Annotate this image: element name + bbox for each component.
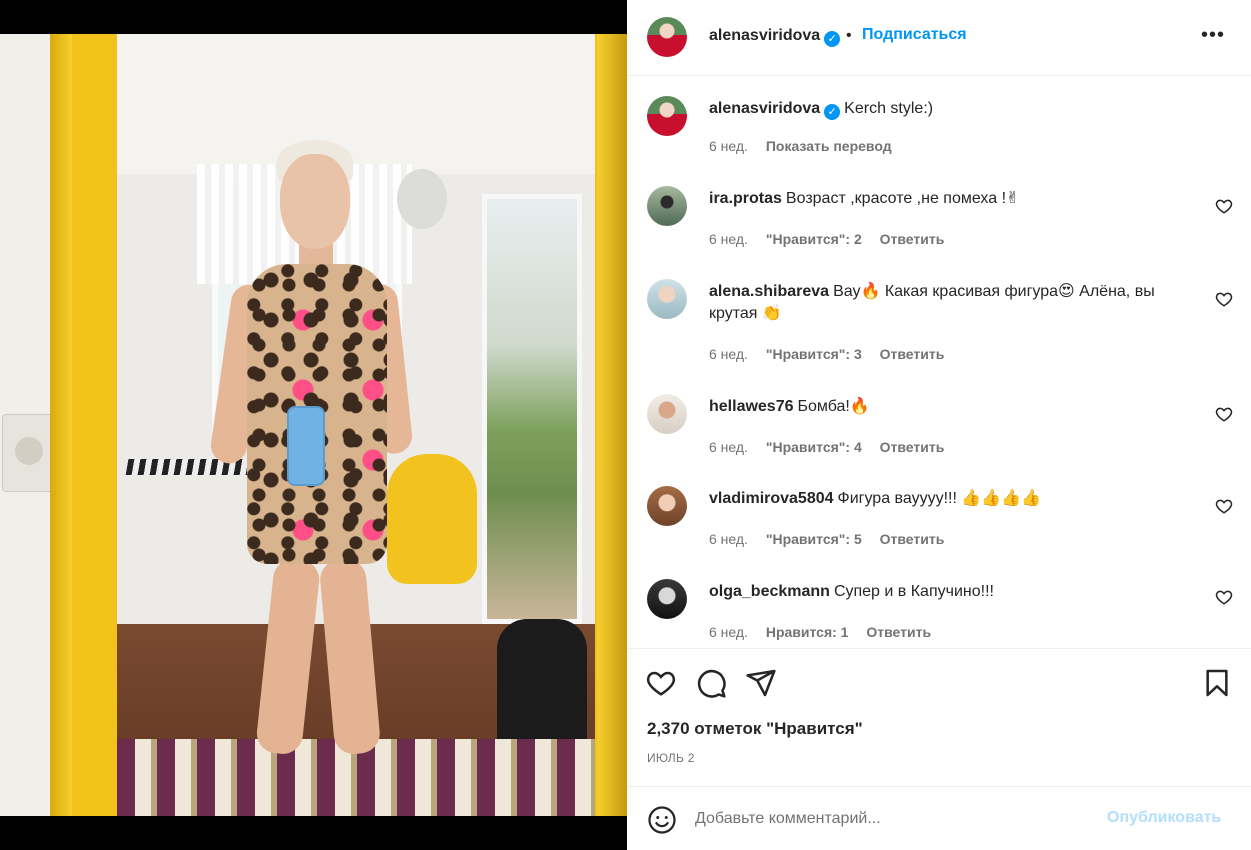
commenter-username[interactable]: alena.shibareva xyxy=(709,283,829,300)
commenter-avatar[interactable] xyxy=(647,186,687,226)
commenter-username[interactable]: vladimirova5804 xyxy=(709,490,834,507)
caption-avatar[interactable] xyxy=(647,96,687,136)
comment-likes[interactable]: "Нравится": 5 xyxy=(766,531,862,547)
caption-text: alenasviridova ✓ Kerch style:) xyxy=(709,98,1199,120)
right-leg xyxy=(318,557,382,756)
caption-username[interactable]: alenasviridova xyxy=(709,100,820,117)
comment-body: Супер и в Капучино!!! xyxy=(833,583,994,600)
comment-text: hellawes76 Бомба!🔥 xyxy=(709,396,1199,418)
comment-meta: 6 нед. "Нравится": 4 Ответить xyxy=(709,439,958,455)
caption-meta: 6 нед. Показать перевод xyxy=(709,138,906,154)
face xyxy=(280,154,350,249)
reply-button[interactable]: Ответить xyxy=(880,439,945,455)
post-actions: 2,370 отметок "Нравится" ИЮЛЬ 2 xyxy=(627,648,1251,786)
heart-icon[interactable] xyxy=(1215,405,1233,423)
caption-body: Kerch style:) xyxy=(844,100,934,117)
comment-meta: 6 нед. Нравится: 1 Ответить xyxy=(709,624,945,640)
comment-time[interactable]: 6 нед. xyxy=(709,346,748,362)
commenter-username[interactable]: hellawes76 xyxy=(709,398,794,415)
reply-button[interactable]: Ответить xyxy=(866,624,931,640)
comment-likes[interactable]: Нравится: 1 xyxy=(766,624,849,640)
comment-body: Фигура вауууу!!! 👍👍👍👍 xyxy=(837,490,1042,507)
author-name[interactable]: alenasviridova xyxy=(709,27,820,44)
comment-time[interactable]: 6 нед. xyxy=(709,624,748,640)
author-username[interactable]: alenasviridova ✓ xyxy=(709,27,841,47)
commenter-username[interactable]: ira.protas xyxy=(709,190,782,207)
heart-icon[interactable] xyxy=(1215,290,1233,308)
more-icon[interactable]: ••• xyxy=(1201,24,1225,47)
caption-time[interactable]: 6 нед. xyxy=(709,138,748,154)
heart-icon[interactable] xyxy=(1215,197,1233,215)
translate-button[interactable]: Показать перевод xyxy=(766,138,892,154)
bookmark-icon[interactable] xyxy=(1201,667,1233,699)
comment-form: Опубликовать xyxy=(627,786,1251,850)
smartphone xyxy=(287,406,325,486)
glass-door xyxy=(482,194,582,624)
post-header: alenasviridova ✓ • Подписаться ••• xyxy=(627,0,1251,76)
comment-meta: 6 нед. "Нравится": 3 Ответить xyxy=(709,346,958,362)
follow-button[interactable]: Подписаться xyxy=(862,26,967,44)
left-leg xyxy=(254,557,322,756)
commenter-avatar[interactable] xyxy=(647,279,687,319)
reply-button[interactable]: Ответить xyxy=(880,346,945,362)
comment-icon[interactable] xyxy=(695,667,727,699)
commenter-username[interactable]: olga_beckmann xyxy=(709,583,830,600)
wall-outlet xyxy=(2,414,54,492)
person xyxy=(208,140,417,756)
verified-icon: ✓ xyxy=(824,31,841,47)
commenter-avatar[interactable] xyxy=(647,486,687,526)
mirror-reflection xyxy=(117,34,595,816)
post-media[interactable] xyxy=(0,0,627,850)
comment-text: vladimirova5804 Фигура вауууу!!! 👍👍👍👍 xyxy=(709,488,1199,510)
comment-likes[interactable]: "Нравится": 2 xyxy=(766,231,862,247)
post-panel: alenasviridova ✓ • Подписаться ••• alenas… xyxy=(627,0,1251,850)
verified-icon: ✓ xyxy=(824,104,841,120)
comment-time[interactable]: 6 нед. xyxy=(709,231,748,247)
comment-body: Возраст ,красоте ,не помеха !✌ xyxy=(785,190,1020,207)
ceiling xyxy=(117,34,595,174)
comment-text: ira.protas Возраст ,красоте ,не помеха !✌ xyxy=(709,188,1199,210)
post-date[interactable]: ИЮЛЬ 2 xyxy=(647,751,695,765)
publish-button[interactable]: Опубликовать xyxy=(1107,809,1221,827)
comment-time[interactable]: 6 нед. xyxy=(709,439,748,455)
heart-icon[interactable] xyxy=(645,667,677,699)
comment-time[interactable]: 6 нед. xyxy=(709,531,748,547)
likes-count[interactable]: 2,370 отметок "Нравится" xyxy=(647,719,863,739)
comment-likes[interactable]: "Нравится": 3 xyxy=(766,346,862,362)
share-icon[interactable] xyxy=(745,667,777,699)
commenter-avatar[interactable] xyxy=(647,394,687,434)
heart-icon[interactable] xyxy=(1215,588,1233,606)
author-avatar[interactable] xyxy=(647,17,687,57)
commenter-avatar[interactable] xyxy=(647,579,687,619)
comment-likes[interactable]: "Нравится": 4 xyxy=(766,439,862,455)
comment-text: olga_beckmann Супер и в Капучино!!! xyxy=(709,581,1199,603)
reply-button[interactable]: Ответить xyxy=(880,531,945,547)
comment-text: alena.shibareva Вау🔥 Какая красивая фигур… xyxy=(709,281,1199,325)
comment-meta: 6 нед. "Нравится": 2 Ответить xyxy=(709,231,958,247)
post-photo xyxy=(0,34,627,816)
comment-meta: 6 нед. "Нравится": 5 Ответить xyxy=(709,531,958,547)
comment-input[interactable] xyxy=(695,805,1095,833)
emoji-icon[interactable] xyxy=(647,805,677,835)
comment-body: Бомба!🔥 xyxy=(797,398,870,415)
reply-button[interactable]: Ответить xyxy=(880,231,945,247)
heart-icon[interactable] xyxy=(1215,497,1233,515)
header-separator: • xyxy=(846,27,852,44)
